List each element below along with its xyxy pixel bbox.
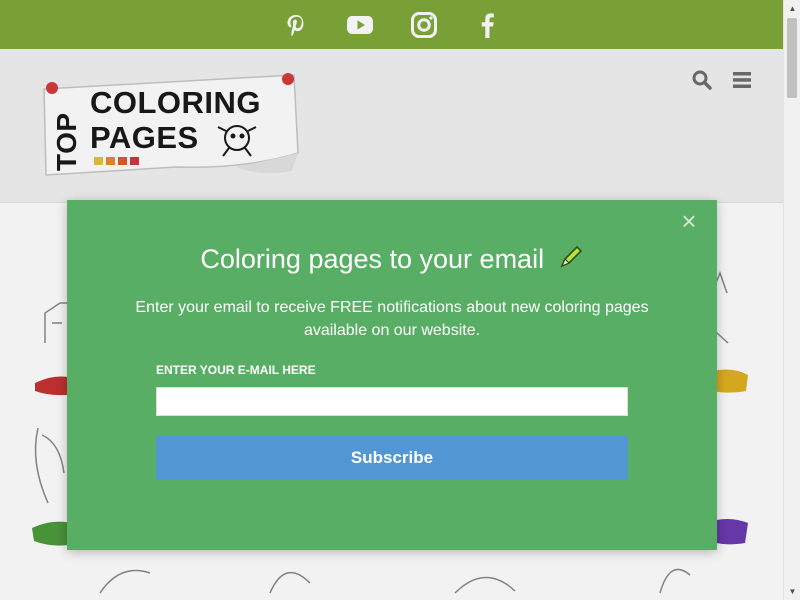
subscribe-button[interactable]: Subscribe — [156, 436, 628, 480]
close-icon[interactable]: × — [677, 208, 701, 234]
modal-title: Coloring pages to your email — [67, 244, 717, 277]
crayon-icon — [558, 244, 584, 277]
email-field[interactable] — [156, 387, 628, 416]
vertical-scrollbar[interactable]: ▲ ▼ — [783, 0, 800, 600]
scroll-down-icon[interactable]: ▼ — [784, 583, 800, 600]
modal-title-text: Coloring pages to your email — [200, 244, 545, 274]
modal-description: Enter your email to receive FREE notific… — [135, 299, 649, 339]
scrollbar-thumb[interactable] — [787, 18, 797, 98]
scroll-up-icon[interactable]: ▲ — [784, 0, 800, 17]
email-field-label: ENTER YOUR E-MAIL HERE — [156, 363, 316, 377]
email-subscribe-modal: × Coloring pages to your email Enter you… — [67, 200, 717, 550]
